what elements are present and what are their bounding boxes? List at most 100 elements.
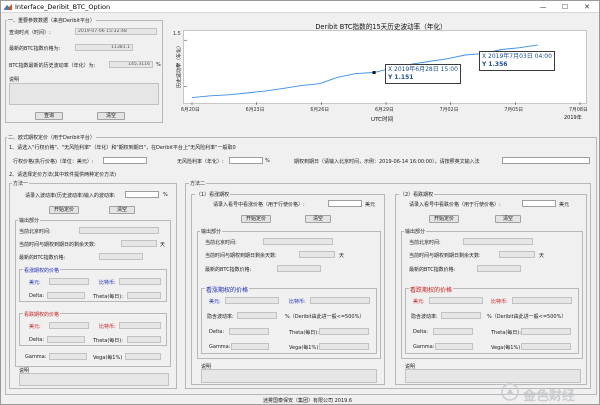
m1-vol-input-label: 请录入波动率(历史波动率)输入的波动率: bbox=[25, 193, 116, 199]
m1-price-button[interactable]: 开始定价 bbox=[49, 206, 79, 214]
y-tick-1: 1 bbox=[176, 64, 180, 69]
m1-call-delta-field bbox=[47, 292, 85, 299]
m2-put-input-label: 请录入看号中看跌价格（用于行使价格）: bbox=[409, 202, 501, 208]
x-tick-label: 7月05日 bbox=[504, 108, 524, 113]
m2-call-theta-field bbox=[319, 328, 369, 335]
m1-gamma-label: Gamma: bbox=[25, 354, 47, 360]
m2-put-price-input[interactable] bbox=[522, 200, 556, 207]
section1-legend: 一、重要参数数据（来自Deribit平台） bbox=[7, 17, 96, 24]
m2-call-input-label: 请录入看号中看涨价格（用于行使价格）: bbox=[213, 202, 305, 208]
m1-notes-area bbox=[19, 373, 169, 386]
m2-put-btc-field bbox=[477, 265, 521, 272]
m2-call-clear-button[interactable]: 清空 bbox=[305, 215, 331, 223]
m2-call-price-button[interactable]: 开始定价 bbox=[241, 215, 271, 223]
btc-price-label: 最新的BTC指数价格为: bbox=[9, 46, 61, 52]
datatip-marker-1[interactable] bbox=[372, 71, 376, 75]
m1-vega-field bbox=[125, 353, 161, 360]
matlab-app-icon bbox=[4, 4, 12, 10]
m2-put-gamma-field bbox=[435, 343, 473, 350]
m1-vol-input[interactable] bbox=[125, 191, 159, 198]
m2-put-price-button[interactable]: 开始定价 bbox=[429, 215, 459, 223]
m2-call-days-unit: 天 bbox=[339, 253, 345, 259]
method2-legend: 方法二 bbox=[189, 180, 207, 187]
vol-label: BTC指数最新的历史波动率（年化）为: bbox=[9, 63, 96, 69]
x-tick-label: 7月08日 bbox=[569, 108, 588, 113]
m2-put-theta-label: Theta(每日): bbox=[491, 330, 521, 336]
m2-put-days-field bbox=[499, 251, 535, 258]
m1-clear-button[interactable]: 清空 bbox=[109, 206, 135, 214]
m2-call-output-legend: 输出部分 bbox=[200, 228, 223, 235]
m2-put-usd-field bbox=[429, 297, 483, 304]
expiry-label: 期权到期日（请输入北京时间，示例：2019-06-14 16:00:00），请按… bbox=[294, 159, 480, 165]
m2-put-usd-label: 美元: bbox=[413, 299, 425, 305]
m1-put-delta-label: Delta: bbox=[29, 337, 45, 343]
datatip-2-x: X 2019年7月03日 04:00 bbox=[482, 53, 552, 60]
m1-call-usd-label: 美元: bbox=[29, 280, 41, 286]
footer-text: 迷雾国泰保安（集团）有限公司 2019.6 bbox=[263, 398, 353, 404]
m1-put-btc-label: 比特币: bbox=[99, 324, 116, 330]
section1-clear-button[interactable]: 清空 bbox=[97, 112, 125, 120]
strike-input[interactable] bbox=[103, 157, 147, 164]
minimize-button[interactable]: — bbox=[532, 1, 554, 13]
m1-days-field bbox=[121, 240, 157, 247]
m2-call-usd-label: 美元: bbox=[209, 299, 221, 305]
m1-btc-label: 最新的BTC指数价格: bbox=[19, 255, 66, 261]
m2-call-gamma-label: Gamma: bbox=[209, 344, 231, 350]
m2-call-btc-price-label: 比特币: bbox=[289, 299, 306, 305]
m2-put-vega-field bbox=[521, 343, 571, 350]
m2-call-legend: （1）看涨期权 bbox=[195, 191, 231, 198]
app-window: Interface_Deribit_BTC_Option — ☐ ✕ 一、重要参… bbox=[0, 0, 600, 405]
m1-call-theta-field bbox=[127, 292, 161, 299]
m2-put-delta-field bbox=[433, 328, 473, 335]
m2-put-days-label: 当前时间与期权到期日剩余天数: bbox=[409, 253, 481, 259]
section2-instr2: 2、请选择定价方法(其中软件提供两种定价方法) bbox=[9, 172, 117, 178]
rate-input[interactable] bbox=[229, 157, 263, 164]
watermark-logo-icon bbox=[501, 383, 519, 401]
m2-call-btc-label: 最新的BTC指数价格: bbox=[205, 267, 252, 273]
title-bar: Interface_Deribit_BTC_Option — ☐ ✕ bbox=[1, 1, 599, 13]
m2-put-iv-field bbox=[441, 312, 481, 319]
m2-call-price-input[interactable] bbox=[328, 200, 362, 207]
maximize-button[interactable]: ☐ bbox=[554, 1, 576, 13]
y-tick-1-5: 1.5 bbox=[173, 32, 181, 37]
close-button[interactable]: ✕ bbox=[576, 1, 598, 13]
m2-call-current-time-field bbox=[263, 238, 333, 245]
m2-call-btc-field bbox=[277, 265, 321, 272]
m2-put-price-title: 看跌期权的价格 bbox=[409, 285, 454, 294]
chart-xlabel: UTC时间 bbox=[371, 117, 394, 123]
section1-notes-label: 说明 bbox=[9, 77, 20, 83]
datatip-1-y: Y 1.151 bbox=[388, 74, 414, 81]
m2-call-delta-label: Delta: bbox=[209, 329, 225, 335]
m2-call-notes-area bbox=[201, 369, 377, 383]
m1-call-btc-field bbox=[119, 278, 161, 285]
m2-call-iv-unit: %（Deribit由此进一般<=500%） bbox=[285, 314, 365, 320]
m2-put-iv-label: 隐含波动率: bbox=[411, 314, 438, 320]
volatility-chart: Deribit BTC指数的15天历史波动率（年化） 历史波动率（年化） 6月2… bbox=[171, 18, 595, 125]
m2-call-delta-field bbox=[229, 328, 269, 335]
section2-legend: 二、欧式期权定价（用于Deribit平台） bbox=[7, 134, 96, 141]
m1-put-theta-field bbox=[127, 336, 161, 343]
m1-vol-unit: % bbox=[163, 192, 168, 198]
m2-call-btc-price-field bbox=[310, 297, 370, 304]
m1-put-btc-field bbox=[119, 322, 161, 329]
m2-call-gamma-field bbox=[231, 343, 269, 350]
m2-put-days-unit: 天 bbox=[539, 253, 545, 259]
m2-put-clear-button[interactable]: 清空 bbox=[495, 215, 521, 223]
strike-label: 行权价格(执行价格)（单位：美元）: bbox=[13, 159, 94, 165]
m2-put-btc-price-field bbox=[512, 297, 572, 304]
m1-put-title: 看跌期权的价格 bbox=[23, 311, 61, 318]
x-tick-label: 6月20日 bbox=[181, 108, 200, 113]
m1-call-title: 看涨期权的价格 bbox=[23, 267, 61, 274]
x-tick-label: 6月23日 bbox=[245, 108, 265, 113]
m2-call-days-label: 当前时间与期权到期日剩余天数: bbox=[205, 253, 277, 259]
datatip-2-y: Y 1.356 bbox=[482, 61, 508, 68]
datatip-2[interactable]: X 2019年7月03日 04:00 Y 1.356 bbox=[479, 51, 555, 71]
section1-notes-area bbox=[9, 83, 159, 105]
query-time-label: 查询时点（时间）: bbox=[9, 30, 51, 36]
datatip-1[interactable]: X 2019年6月28日 15:00 Y 1.151 bbox=[385, 64, 461, 84]
expiry-input[interactable] bbox=[502, 157, 590, 164]
query-button[interactable]: 查询 bbox=[35, 112, 63, 120]
m2-put-btc-price-label: 比特币: bbox=[491, 299, 508, 305]
m1-days-unit: 天 bbox=[160, 242, 166, 248]
section2-instr1: 1、请选入"行权价格"、"无风险利率"（年化）和"期权到期日"，在Deribit… bbox=[9, 145, 236, 151]
